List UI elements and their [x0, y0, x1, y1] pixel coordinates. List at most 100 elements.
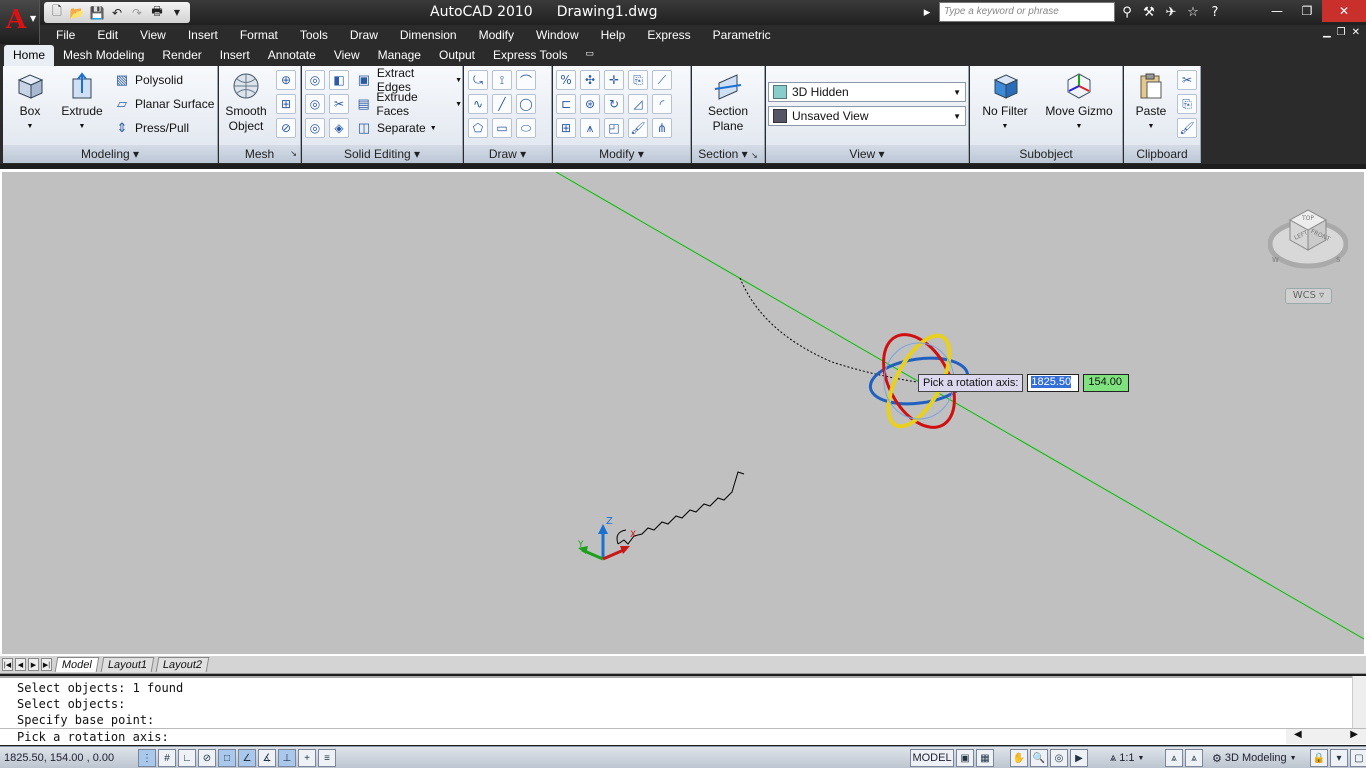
command-line-input[interactable]: Pick a rotation axis:	[0, 728, 1366, 745]
scale-icon[interactable]: ◰	[604, 118, 624, 138]
otrack-icon[interactable]: ∡	[258, 749, 276, 767]
clean-screen-icon[interactable]: ▢	[1350, 749, 1366, 767]
search-expand-icon[interactable]: ▸	[917, 2, 937, 22]
snap-icon[interactable]: ⋮	[138, 749, 156, 767]
panel-title-mesh[interactable]: Mesh ↘	[219, 145, 300, 163]
array-icon[interactable]: ⊞	[556, 118, 576, 138]
menu-view[interactable]: View	[129, 28, 177, 42]
panel-title-section[interactable]: Section ▾ ↘	[692, 145, 764, 163]
drawing-viewport[interactable]: Z Y X TOP LEFT FRONT W S WCS ▿ Pick a ro…	[0, 169, 1366, 656]
tab-model[interactable]: Model	[54, 657, 100, 672]
menu-modify[interactable]: Modify	[468, 28, 525, 42]
scroll-left-icon[interactable]: ◀	[1294, 729, 1302, 744]
menu-dimension[interactable]: Dimension	[389, 28, 468, 42]
restore-icon[interactable]: ❐	[1292, 0, 1322, 22]
polygon-icon[interactable]: ⬠	[468, 118, 488, 138]
spline-icon[interactable]: ∿	[468, 94, 488, 114]
helix-object[interactable]	[617, 471, 745, 545]
match-icon[interactable]: 🖌	[1177, 118, 1197, 138]
panel-title-view[interactable]: View ▾	[766, 145, 968, 163]
menu-express[interactable]: Express	[636, 28, 701, 42]
3d-osnap-icon[interactable]: ∠	[238, 749, 256, 767]
smooth-object-button[interactable]: Smooth Object	[221, 70, 271, 134]
3d-polyline-icon[interactable]: ⟟	[492, 70, 512, 90]
box-button[interactable]: Box ▼	[5, 70, 55, 134]
tab-insert[interactable]: Insert	[211, 45, 259, 66]
menu-parametric[interactable]: Parametric	[702, 28, 782, 42]
lock-icon[interactable]: 🔒	[1310, 749, 1328, 767]
model-space-toggle[interactable]: MODEL	[910, 749, 954, 767]
menu-tools[interactable]: Tools	[289, 28, 339, 42]
doc-minimize-icon[interactable]: ▁	[1323, 27, 1331, 38]
mesh-add-icon[interactable]: ⊕	[276, 70, 296, 90]
steeringwheel-icon[interactable]: ◎	[1050, 749, 1068, 767]
binoculars-icon[interactable]: ⚲	[1117, 2, 1137, 22]
grid-icon[interactable]: #	[158, 749, 176, 767]
redo-icon[interactable]: ↷	[128, 4, 146, 22]
osnap-icon[interactable]: □	[218, 749, 236, 767]
extrude-faces-button[interactable]: ▤ Extrude Faces ▼	[355, 90, 462, 118]
lineweight-icon[interactable]: ≡	[318, 749, 336, 767]
panel-title-draw[interactable]: Draw ▾	[464, 145, 551, 163]
polysolid-button[interactable]: ▧ Polysolid	[113, 69, 183, 91]
coordinates-readout[interactable]: 1825.50, 154.00 , 0.00	[4, 749, 132, 767]
subscription-icon[interactable]: ⚒	[1139, 2, 1159, 22]
press-pull-button[interactable]: ⇕ Press/Pull	[113, 117, 189, 139]
3d-align-icon[interactable]: ⩚	[580, 118, 600, 138]
save-icon[interactable]: 💾	[88, 4, 106, 22]
named-view-dropdown[interactable]: Unsaved View ▼	[768, 106, 966, 126]
menu-help[interactable]: Help	[590, 28, 637, 42]
prev-layout-icon[interactable]: ◀	[15, 658, 26, 671]
copy-clip-icon[interactable]: ⎘	[1177, 94, 1197, 114]
minimize-icon[interactable]: —	[1262, 0, 1292, 22]
trim-icon[interactable]: ⟋	[652, 70, 672, 90]
panel-title-solid-editing[interactable]: Solid Editing ▾	[302, 145, 462, 163]
separate-button[interactable]: ◫ Separate ▼	[355, 117, 437, 139]
mesh-box-icon[interactable]: ⊞	[276, 94, 296, 114]
tab-view[interactable]: View	[325, 45, 369, 66]
communication-icon[interactable]: ✈	[1161, 2, 1181, 22]
visual-style-dropdown[interactable]: 3D Hidden ▼	[768, 82, 966, 102]
close-icon[interactable]: ✕	[1322, 0, 1366, 22]
tab-render[interactable]: Render	[153, 45, 210, 66]
dynamic-input-y[interactable]: 154.00	[1083, 374, 1130, 392]
favorites-icon[interactable]: ☆	[1183, 2, 1203, 22]
no-filter-button[interactable]: No Filter ▼	[976, 70, 1034, 134]
mesh-convert-icon[interactable]: ⊘	[276, 118, 296, 138]
polyline-icon[interactable]: ⤿	[468, 70, 488, 90]
doc-close-icon[interactable]: ✕	[1352, 27, 1360, 38]
last-layout-icon[interactable]: ▶|	[41, 658, 52, 671]
ducs-icon[interactable]: ⊥	[278, 749, 296, 767]
wcs-menu[interactable]: WCS ▿	[1285, 288, 1332, 304]
arc-icon[interactable]: ⌒	[516, 70, 536, 90]
move-gizmo-button[interactable]: Move Gizmo ▼	[1042, 70, 1116, 134]
panel-title-modeling[interactable]: Modeling ▾	[3, 145, 217, 163]
circle-icon[interactable]: ◯	[516, 94, 536, 114]
section-plane-button[interactable]: Section Plane	[703, 70, 753, 134]
menu-insert[interactable]: Insert	[177, 28, 229, 42]
tab-home[interactable]: Home	[4, 45, 55, 66]
mirror-icon[interactable]: ◿	[628, 94, 648, 114]
panel-title-modify[interactable]: Modify ▾	[553, 145, 690, 163]
qat-dropdown-icon[interactable]: ▼	[168, 4, 186, 22]
menu-draw[interactable]: Draw	[339, 28, 389, 42]
tab-manage[interactable]: Manage	[369, 45, 430, 66]
tab-output[interactable]: Output	[430, 45, 484, 66]
tab-layout2[interactable]: Layout2	[155, 657, 210, 672]
paste-button[interactable]: Paste ▼	[1126, 70, 1176, 134]
3d-array-icon[interactable]: ⊛	[580, 94, 600, 114]
command-scrollbar[interactable]	[1352, 676, 1366, 728]
undo-icon[interactable]: ↶	[108, 4, 126, 22]
fillet-icon[interactable]: ◜	[652, 94, 672, 114]
dyn-icon[interactable]: +	[298, 749, 316, 767]
extrude-button[interactable]: Extrude ▼	[57, 70, 107, 134]
quick-view-layouts-icon[interactable]: ▣	[956, 749, 974, 767]
planar-surface-button[interactable]: ▱ Planar Surface	[113, 93, 214, 115]
ellipse-icon[interactable]: ⬭	[516, 118, 536, 138]
cut-icon[interactable]: ✂	[1177, 70, 1197, 90]
doc-restore-icon[interactable]: ❐	[1337, 27, 1346, 38]
ortho-icon[interactable]: ∟	[178, 749, 196, 767]
quick-view-drawings-icon[interactable]: ▦	[976, 749, 994, 767]
annotation-scale[interactable]: ⩓ 1:1 ▼	[1110, 749, 1144, 767]
subtract-icon[interactable]: ◎	[305, 94, 325, 114]
